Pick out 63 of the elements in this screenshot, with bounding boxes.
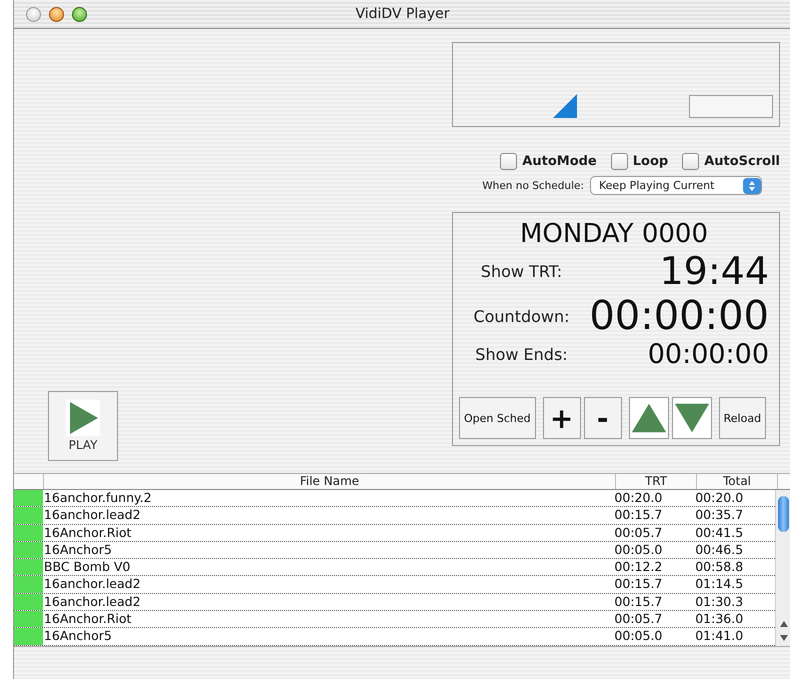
table-cell-text: 16anchor.lead2 xyxy=(42,594,142,610)
scroll-up-icon[interactable] xyxy=(778,620,788,628)
table-cell-text: 00:20.0 xyxy=(613,490,664,506)
table-cell-text: 16Anchor5 xyxy=(42,542,113,558)
table-cell-text: 00:15.7 xyxy=(613,594,664,610)
table-cell-text: 16Anchor5 xyxy=(42,628,113,645)
table-cell-text: 16anchor.funny.2 xyxy=(42,490,153,506)
table-cell-text: 16Anchor.Riot xyxy=(42,524,132,541)
table-cell-text: 16anchor.lead2 xyxy=(42,576,142,593)
text-button[interactable]: Reload xyxy=(718,397,766,439)
volume-icon xyxy=(553,94,577,118)
zoom-button[interactable] xyxy=(72,6,87,22)
clock-label: Show Ends: xyxy=(474,345,569,364)
table-cell-text: 00:15.7 xyxy=(613,507,664,524)
down-arrow-icon xyxy=(672,401,711,435)
table-cell-text: 01:14.5 xyxy=(694,576,744,593)
table-cell-text: 00:46.5 xyxy=(694,542,744,558)
table-cell-text: 16Anchor.Riot xyxy=(42,611,132,628)
close-button[interactable] xyxy=(26,6,41,22)
scroll-down-icon[interactable] xyxy=(778,634,788,642)
table-cell-text: 00:41.5 xyxy=(694,524,744,541)
down-button[interactable] xyxy=(672,397,712,439)
day-time: MONDAY 0000 xyxy=(519,219,709,249)
clock-label: Show TRT: xyxy=(480,262,564,280)
table-cell-text: 00:35.7 xyxy=(694,507,744,524)
scroll-thumb[interactable] xyxy=(778,496,789,532)
table-cell-text: 16anchor.lead2 xyxy=(42,507,142,524)
option-checkbox[interactable]: AutoScroll xyxy=(682,153,780,170)
table-cell-text: 00:05.0 xyxy=(613,628,664,645)
column-header[interactable]: TRT xyxy=(616,474,697,489)
table-cell-text: 00:05.0 xyxy=(613,542,664,558)
volume-field[interactable] xyxy=(689,95,773,118)
play-button[interactable]: PLAY xyxy=(48,391,118,461)
table-cell-text: BBC Bomb V0 xyxy=(42,559,132,576)
text-button[interactable]: Open Sched xyxy=(459,397,536,439)
option-checkbox[interactable]: AutoMode xyxy=(500,153,597,170)
table-cell-text: 00:12.2 xyxy=(613,559,664,576)
step-button[interactable]: - xyxy=(584,397,622,439)
scrollbar[interactable] xyxy=(775,490,790,646)
step-button[interactable]: + xyxy=(542,397,581,439)
table-cell-text: 01:41.0 xyxy=(694,628,744,645)
table-cell-text: 00:58.8 xyxy=(694,559,744,576)
schedule-label: When no Schedule: xyxy=(482,180,584,192)
table-cell-text: 00:20.0 xyxy=(694,490,744,506)
schedule-dropdown[interactable]: Keep Playing Current xyxy=(590,176,762,195)
clock-value: 19:44 xyxy=(659,249,769,293)
column-header[interactable]: Total xyxy=(697,474,778,489)
table-cell-text: 01:30.3 xyxy=(694,594,744,610)
table-cell-text: 00:15.7 xyxy=(613,576,664,593)
up-arrow-icon xyxy=(630,401,668,435)
minimize-button[interactable] xyxy=(49,6,64,22)
stepper-icon xyxy=(743,178,761,194)
column-header[interactable]: File Name xyxy=(44,474,616,489)
clock-value: 00:00:00 xyxy=(648,339,769,370)
clock-value: 00:00:00 xyxy=(589,293,769,339)
option-checkbox[interactable]: Loop xyxy=(610,153,668,170)
table-cell-text: 01:36.0 xyxy=(694,611,744,628)
window-title: VidiDV Player xyxy=(355,6,450,22)
table-cell-text: 00:05.7 xyxy=(613,524,664,541)
play-icon xyxy=(66,400,100,436)
clock-label: Countdown: xyxy=(472,306,571,326)
table-cell-text: 00:05.7 xyxy=(613,611,664,628)
up-button[interactable] xyxy=(628,397,669,439)
